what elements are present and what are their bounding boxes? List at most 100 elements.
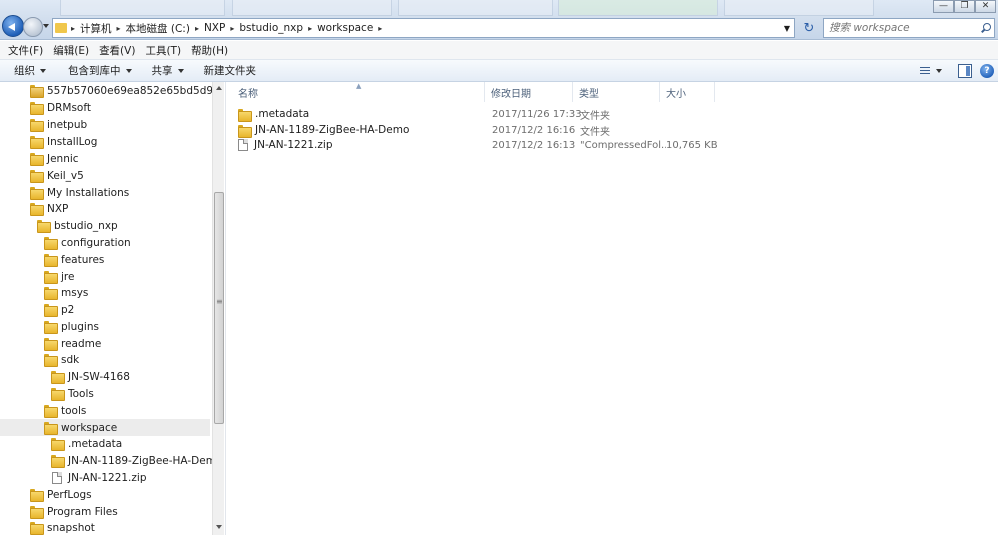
help-icon[interactable]: ?: [980, 64, 994, 78]
file-type: "CompressedFol...: [580, 139, 666, 151]
folder-icon: [30, 153, 44, 166]
include-in-library-label: 包含到库中: [68, 65, 121, 77]
breadcrumb-workspace[interactable]: workspace: [314, 22, 376, 34]
breadcrumb-separator[interactable]: ▸: [376, 24, 384, 33]
tree-item-installlog[interactable]: InstallLog: [0, 133, 210, 150]
chevron-down-icon[interactable]: [936, 69, 942, 73]
back-button[interactable]: [2, 15, 24, 37]
refresh-button[interactable]: ↻: [799, 18, 819, 38]
new-folder-button[interactable]: 新建文件夹: [198, 63, 263, 78]
tree-item-plugins[interactable]: plugins: [0, 318, 210, 335]
search-input[interactable]: [829, 22, 974, 34]
menu-edit[interactable]: 编辑(E): [48, 43, 94, 58]
window-controls: — ❐ ✕: [933, 0, 996, 13]
tree-item-label: workspace: [61, 421, 118, 434]
menu-tools[interactable]: 工具(T): [140, 43, 186, 58]
tree-item-metadata[interactable]: .metadata: [0, 435, 210, 452]
path-dropdown-icon[interactable]: ▼: [784, 24, 790, 33]
breadcrumb-computer[interactable]: 计算机: [77, 21, 115, 36]
breadcrumb-separator[interactable]: ▸: [306, 24, 314, 33]
tree-item-bstudio-nxp[interactable]: bstudio_nxp: [0, 217, 210, 234]
search-box[interactable]: [823, 18, 995, 38]
tree-item-tools-sdk[interactable]: Tools: [0, 385, 210, 402]
preview-pane-icon[interactable]: [958, 64, 972, 78]
include-in-library-button[interactable]: 包含到库中: [62, 63, 138, 78]
tree-item-jn-an-1221-zip[interactable]: JN-AN-1221.zip: [0, 469, 210, 486]
scroll-up-icon[interactable]: [216, 86, 222, 90]
tree-item-program-files[interactable]: Program Files: [0, 503, 210, 520]
breadcrumb-local-disk[interactable]: 本地磁盘 (C:): [123, 21, 193, 36]
file-icon: [52, 471, 62, 484]
tree-item-configuration[interactable]: configuration: [0, 234, 210, 251]
tree-item-msys[interactable]: msys: [0, 284, 210, 301]
breadcrumb-separator[interactable]: ▸: [193, 24, 201, 33]
tree-item-label: InstallLog: [47, 135, 98, 148]
tree-item-keil-v5[interactable]: Keil_v5: [0, 167, 210, 184]
tree-item-features[interactable]: features: [0, 251, 210, 268]
column-date-modified[interactable]: 修改日期: [485, 82, 573, 102]
nav-pane-scrollbar[interactable]: [212, 82, 224, 535]
folder-icon: [37, 220, 51, 233]
column-name[interactable]: 名称: [226, 82, 485, 102]
tree-item-jn-sw-4168[interactable]: JN-SW-4168: [0, 368, 210, 385]
change-view-icon[interactable]: [918, 64, 932, 78]
breadcrumb-separator[interactable]: ▸: [115, 24, 123, 33]
menu-file[interactable]: 文件(F): [3, 43, 48, 58]
breadcrumb-separator[interactable]: ▸: [228, 24, 236, 33]
folder-icon: [30, 522, 44, 535]
search-icon[interactable]: [980, 22, 991, 34]
tree-item-label: DRMsoft: [47, 101, 91, 114]
column-type[interactable]: 类型: [573, 82, 660, 102]
tree-item-label: sdk: [61, 353, 80, 366]
file-list-pane: ▲ 名称 修改日期 类型 大小 .metadata 2017/11/26 17:…: [225, 82, 998, 535]
minimize-button[interactable]: —: [933, 0, 954, 13]
tree-item-jennic[interactable]: Jennic: [0, 150, 210, 167]
maximize-button[interactable]: ❐: [954, 0, 975, 13]
file-name: JN-AN-1189-ZigBee-HA-Demo: [255, 124, 410, 136]
recent-pages-dropdown[interactable]: [43, 24, 49, 28]
file-icon: [238, 139, 248, 151]
scroll-down-icon[interactable]: [216, 525, 222, 529]
tree-item-sdk[interactable]: sdk: [0, 351, 210, 368]
organize-button[interactable]: 组织: [8, 63, 52, 78]
column-header: 名称 修改日期 类型 大小: [226, 82, 998, 102]
forward-button[interactable]: [23, 17, 43, 37]
tree-item-jn-an-1189-zigbee-ha-demo[interactable]: JN-AN-1189-ZigBee-HA-Demo: [0, 452, 212, 469]
tree-item-557b57060e69ea852e65bd5d9459[interactable]: 557b57060e69ea852e65bd5d9459: [0, 82, 212, 99]
scroll-thumb[interactable]: [214, 192, 224, 424]
tree-item-inetpub[interactable]: inetpub: [0, 116, 210, 133]
breadcrumb-nxp[interactable]: NXP: [201, 22, 228, 34]
folder-icon: [51, 388, 65, 401]
tree-item-p2[interactable]: p2: [0, 301, 210, 318]
breadcrumb-bstudio-nxp[interactable]: bstudio_nxp: [236, 22, 306, 34]
tree-item-label: msys: [61, 286, 89, 299]
tree-item-workspace[interactable]: workspace: [0, 419, 210, 436]
tree-item-label: inetpub: [47, 118, 88, 131]
breadcrumb-separator[interactable]: ▸: [69, 24, 77, 33]
column-size[interactable]: 大小: [660, 82, 715, 102]
menu-view[interactable]: 查看(V): [94, 43, 140, 58]
tree-item-label: snapshot: [47, 521, 95, 534]
tree-item-snapshot[interactable]: snapshot: [0, 519, 210, 535]
folder-icon: [30, 136, 44, 149]
tree-item-readme[interactable]: readme: [0, 335, 210, 352]
tree-item-nxp[interactable]: NXP: [0, 200, 210, 217]
tree-item-tools[interactable]: tools: [0, 402, 210, 419]
tree-item-drmsoft[interactable]: DRMsoft: [0, 99, 210, 116]
tree-item-my-installations[interactable]: My Installations: [0, 184, 210, 201]
tree-item-label: Jennic: [47, 152, 79, 165]
file-row[interactable]: JN-AN-1189-ZigBee-HA-Demo 2017/12/2 16:1…: [238, 122, 998, 138]
menu-help[interactable]: 帮助(H): [186, 43, 233, 58]
background-tab: [60, 0, 225, 16]
background-tab: [398, 0, 553, 16]
file-row[interactable]: JN-AN-1221.zip 2017/12/2 16:13 "Compress…: [238, 137, 998, 153]
tree-item-jre[interactable]: jre: [0, 268, 210, 285]
close-button[interactable]: ✕: [975, 0, 996, 13]
navigation-pane: 557b57060e69ea852e65bd5d9459 DRMsoft ine…: [0, 82, 212, 535]
tree-item-label: jre: [61, 270, 75, 283]
share-button[interactable]: 共享: [146, 63, 190, 78]
breadcrumb[interactable]: ▸ 计算机 ▸ 本地磁盘 (C:) ▸ NXP ▸ bstudio_nxp ▸ …: [52, 18, 795, 38]
tree-item-perflogs[interactable]: PerfLogs: [0, 486, 210, 503]
menu-bar: 文件(F) 编辑(E) 查看(V) 工具(T) 帮助(H): [0, 41, 998, 59]
file-row[interactable]: .metadata 2017/11/26 17:33 文件夹: [238, 106, 998, 122]
